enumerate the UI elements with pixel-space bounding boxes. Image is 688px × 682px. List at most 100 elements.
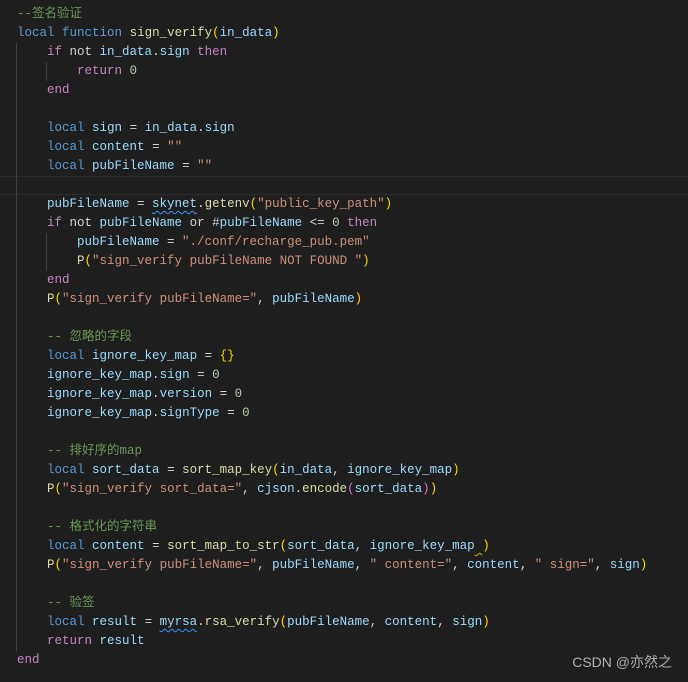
- code-token: 0: [129, 64, 138, 78]
- code-token: rsa_verify: [204, 615, 280, 629]
- code-token: (: [279, 539, 288, 553]
- code-line[interactable]: return 0: [0, 62, 688, 81]
- code-token: "": [197, 159, 213, 173]
- code-token: ,: [519, 558, 535, 572]
- code-line[interactable]: -- 忽略的字段: [0, 328, 688, 347]
- indent-guide: [46, 62, 47, 81]
- code-token: ,: [242, 482, 258, 496]
- code-token: P: [77, 254, 85, 268]
- code-token: -- 排好序的map: [47, 444, 143, 458]
- code-token: 0: [212, 368, 220, 382]
- code-token: ignore_key_map: [347, 463, 453, 477]
- code-line[interactable]: [0, 499, 688, 518]
- code-token: ,: [437, 615, 453, 629]
- code-token: =: [197, 349, 220, 363]
- code-token: ): [422, 482, 430, 496]
- code-line[interactable]: P("sign_verify pubFileName=", pubFileNam…: [0, 556, 688, 575]
- code-token: pubFileName: [77, 235, 160, 249]
- code-token: return: [77, 64, 123, 78]
- code-token: ): [429, 482, 438, 496]
- code-token: "sign_verify pubFileName=": [62, 558, 258, 572]
- code-line[interactable]: if not in_data.sign then: [0, 43, 688, 62]
- code-line[interactable]: --签名验证: [0, 5, 688, 24]
- code-line[interactable]: local function sign_verify(in_data): [0, 24, 688, 43]
- code-line[interactable]: local sort_data = sort_map_key(in_data, …: [0, 461, 688, 480]
- code-token: sign: [452, 615, 483, 629]
- code-token: pubFileName: [272, 558, 355, 572]
- code-token: ignore_key_map: [47, 406, 153, 420]
- code-token: or #: [182, 216, 220, 230]
- code-token: {}: [219, 349, 235, 363]
- watermark: CSDN @亦然之: [572, 654, 672, 670]
- code-line[interactable]: P("sign_verify pubFileName=", pubFileNam…: [0, 290, 688, 309]
- indent-guide: [46, 233, 47, 271]
- code-token: content: [467, 558, 520, 572]
- code-token: (: [84, 254, 93, 268]
- code-token: ): [362, 254, 370, 268]
- code-token: sort_data: [92, 463, 160, 477]
- code-line[interactable]: -- 排好序的map: [0, 442, 688, 461]
- code-line[interactable]: -- 格式化的字符串: [0, 518, 688, 537]
- code-token: myrsa: [159, 615, 198, 629]
- code-line[interactable]: local pubFileName = "": [0, 157, 688, 176]
- code-token: =: [189, 368, 213, 382]
- code-token: ): [354, 292, 363, 306]
- code-token: P: [47, 292, 55, 306]
- code-line[interactable]: [0, 100, 688, 119]
- code-line[interactable]: ignore_key_map.sign = 0: [0, 366, 688, 385]
- code-token: (: [279, 615, 288, 629]
- code-token: -- 格式化的字符串: [47, 520, 158, 534]
- code-token: .: [294, 482, 303, 496]
- code-token: (: [212, 26, 220, 40]
- code-token: ,: [354, 558, 370, 572]
- code-token: (: [54, 558, 63, 572]
- code-token: skynet: [152, 197, 198, 211]
- code-editor[interactable]: --签名验证 local function sign_verify(in_data…: [0, 5, 688, 670]
- code-line[interactable]: local result = myrsa.rsa_verify(pubFileN…: [0, 613, 688, 632]
- code-token: ignore_key_map: [47, 387, 153, 401]
- code-line[interactable]: [0, 309, 688, 328]
- code-line[interactable]: [0, 575, 688, 594]
- code-line[interactable]: local ignore_key_map = {}: [0, 347, 688, 366]
- code-line[interactable]: [0, 423, 688, 442]
- code-line[interactable]: local content = "": [0, 138, 688, 157]
- code-token: ,: [452, 558, 468, 572]
- code-token: getenv: [204, 197, 250, 211]
- code-token: =: [212, 387, 235, 401]
- code-line[interactable]: if not pubFileName or #pubFileName <= 0 …: [0, 214, 688, 233]
- code-line[interactable]: P("sign_verify sort_data=", cjson.encode…: [0, 480, 688, 499]
- code-token: sign: [609, 558, 640, 572]
- code-line[interactable]: ignore_key_map.signType = 0: [0, 404, 688, 423]
- code-line[interactable]: -- 验签: [0, 594, 688, 613]
- code-line[interactable]: end: [0, 81, 688, 100]
- code-token: =: [174, 159, 198, 173]
- code-token: "sign_verify sort_data=": [62, 482, 243, 496]
- code-token: ,: [257, 558, 273, 572]
- code-token: =: [219, 406, 243, 420]
- code-line[interactable]: local sign = in_data.sign: [0, 119, 688, 138]
- code-token: =: [122, 121, 145, 135]
- code-token: .: [152, 368, 160, 382]
- code-line[interactable]: P("sign_verify pubFileName NOT FOUND "): [0, 252, 688, 271]
- code-line[interactable]: pubFileName = skynet.getenv("public_key_…: [0, 195, 688, 214]
- code-token: .: [152, 387, 160, 401]
- code-token: " sign=": [534, 558, 595, 572]
- code-token: P: [47, 482, 55, 496]
- code-line[interactable]: return result: [0, 632, 688, 651]
- code-token: signType: [159, 406, 220, 420]
- code-line[interactable]: pubFileName = "./conf/recharge_pub.pem": [0, 233, 688, 252]
- code-token: ): [452, 463, 460, 477]
- code-line[interactable]: end: [0, 271, 688, 290]
- code-token: in_data: [219, 26, 273, 40]
- code-token: ,: [332, 463, 348, 477]
- code-line[interactable]: [0, 176, 688, 195]
- code-line[interactable]: ignore_key_map.version = 0: [0, 385, 688, 404]
- code-line[interactable]: local content = sort_map_to_str(sort_dat…: [0, 537, 688, 556]
- code-token: sign: [159, 45, 190, 59]
- code-token: then: [347, 216, 378, 230]
